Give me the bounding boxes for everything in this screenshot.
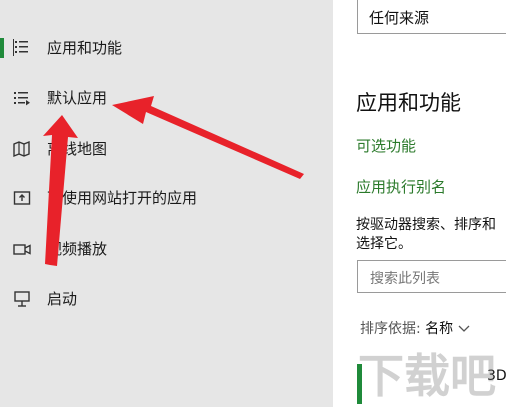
sort-control[interactable]: 排序依据: 名称 bbox=[360, 318, 470, 338]
video-playback-icon bbox=[12, 239, 32, 259]
sidebar-item-default-apps[interactable]: 默认应用 bbox=[0, 78, 333, 118]
sort-value: 名称 bbox=[425, 321, 454, 337]
page-title: 应用和功能 bbox=[356, 91, 461, 115]
description-line: 选择它。 bbox=[356, 236, 412, 252]
startup-icon bbox=[12, 289, 32, 309]
search-input[interactable]: 搜索此列表 bbox=[357, 260, 506, 293]
search-placeholder: 搜索此列表 bbox=[370, 271, 440, 287]
sidebar-item-startup[interactable]: 启动 bbox=[0, 279, 333, 319]
sidebar-item-label: 可使用网站打开的应用 bbox=[47, 189, 198, 207]
dropdown-value: 任何来源 bbox=[369, 9, 430, 27]
watermark-text: 下载吧 bbox=[358, 349, 496, 403]
sidebar-item-label: 视频播放 bbox=[47, 240, 108, 258]
watermark-logo: 下载吧 bbox=[350, 340, 506, 407]
source-dropdown[interactable]: 任何来源 bbox=[357, 0, 506, 34]
sidebar-item-label: 启动 bbox=[47, 290, 78, 308]
apps-for-websites-icon bbox=[12, 188, 32, 208]
active-indicator bbox=[0, 38, 4, 58]
sidebar-item-video-playback[interactable]: 视频播放 bbox=[0, 229, 333, 269]
sidebar-item-label: 默认应用 bbox=[47, 89, 108, 107]
description-text: 按驱动器搜索、排序和 选择它。 bbox=[356, 216, 506, 254]
app-execution-alias-link[interactable]: 应用执行别名 bbox=[356, 176, 446, 197]
description-line: 按驱动器搜索、排序和 bbox=[356, 217, 496, 233]
sidebar-item-label: 应用和功能 bbox=[47, 39, 123, 57]
offline-maps-icon bbox=[12, 139, 32, 159]
optional-features-link[interactable]: 可选功能 bbox=[356, 135, 416, 156]
sidebar-item-apps-for-websites[interactable]: 可使用网站打开的应用 bbox=[0, 178, 333, 218]
settings-window: 应用和功能 默认应用 离线地图 可使用网站打开的应用 视频播放 启动 任何来源 … bbox=[0, 0, 506, 407]
sort-label: 排序依据: bbox=[360, 321, 421, 337]
sidebar-item-offline-maps[interactable]: 离线地图 bbox=[0, 129, 333, 169]
sidebar-item-apps-features[interactable]: 应用和功能 bbox=[0, 28, 333, 68]
sidebar-item-label: 离线地图 bbox=[47, 140, 108, 158]
default-apps-icon bbox=[12, 88, 32, 108]
chevron-down-icon bbox=[458, 321, 470, 337]
apps-features-icon bbox=[12, 38, 32, 58]
sidebar: 应用和功能 默认应用 离线地图 可使用网站打开的应用 视频播放 启动 bbox=[0, 0, 333, 407]
